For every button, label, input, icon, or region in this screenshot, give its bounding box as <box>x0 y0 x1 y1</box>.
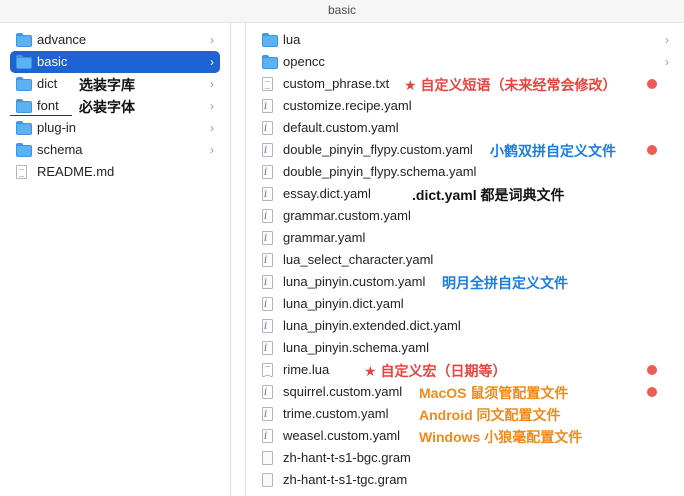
yaml-file-icon <box>262 140 273 162</box>
right-item-label: luna_pinyin.extended.dict.yaml <box>283 318 461 333</box>
chevron-right-icon: › <box>210 143 214 157</box>
right-item-luna-schema[interactable]: luna_pinyin.schema.yaml <box>246 337 684 360</box>
right-item-label: rime.lua <box>283 362 330 377</box>
yaml-file-icon <box>262 206 273 228</box>
left-item-advance[interactable]: advance › <box>10 29 220 51</box>
left-item-label: advance <box>37 32 87 47</box>
yaml-file-icon <box>262 316 273 338</box>
annotation-trime: Android 同文配置文件 <box>419 407 561 423</box>
window-title: basic <box>0 0 684 23</box>
right-item-label: double_pinyin_flypy.schema.yaml <box>283 164 477 179</box>
yaml-file-icon <box>262 272 273 294</box>
chevron-right-icon: › <box>210 55 214 69</box>
right-item-label: opencc <box>283 54 325 69</box>
folder-icon <box>16 143 32 157</box>
yaml-file-icon <box>262 404 273 426</box>
right-item-label: essay.dict.yaml <box>283 186 371 201</box>
chevron-right-icon: › <box>210 77 214 91</box>
right-item-label: custom_phrase.txt <box>283 76 390 91</box>
right-item-lua[interactable]: lua › <box>246 29 684 51</box>
yaml-file-icon <box>262 118 273 140</box>
yaml-file-icon <box>262 96 273 118</box>
red-tag-icon <box>647 365 657 375</box>
left-item-label: plug-in <box>37 120 77 135</box>
blank-file-icon <box>262 451 273 465</box>
right-item-label: default.custom.yaml <box>283 120 399 135</box>
markdown-file-icon <box>16 165 27 179</box>
annotation-font: 必装字体 <box>79 99 135 115</box>
right-item-label: squirrel.custom.yaml <box>283 384 403 399</box>
right-item-flypy-schema[interactable]: double_pinyin_flypy.schema.yaml <box>246 161 684 184</box>
divider-line <box>10 115 72 116</box>
yaml-file-icon <box>262 228 273 250</box>
yaml-file-icon <box>262 338 273 360</box>
left-item-readme[interactable]: README.md <box>10 161 220 183</box>
chevron-right-icon: › <box>665 33 669 47</box>
annotation-flypy: 小鹤双拼自定义文件 <box>490 143 616 159</box>
left-item-label: dict <box>37 76 58 91</box>
yaml-file-icon <box>262 426 273 448</box>
folder-icon <box>16 55 32 69</box>
annotation-dict: 选装字库 <box>79 77 135 93</box>
folder-icon <box>16 121 32 135</box>
right-item-grammar-custom[interactable]: grammar.custom.yaml <box>246 205 684 228</box>
right-item-label: zh-hant-t-s1-tgc.gram <box>283 472 408 487</box>
right-item-grammar[interactable]: grammar.yaml <box>246 227 684 250</box>
right-item-label: weasel.custom.yaml <box>283 428 401 443</box>
right-item-luna-extended-dict[interactable]: luna_pinyin.extended.dict.yaml <box>246 315 684 338</box>
folder-icon <box>262 33 278 47</box>
yaml-file-icon <box>262 250 273 272</box>
right-item-label: luna_pinyin.dict.yaml <box>283 296 404 311</box>
right-item-label: zh-hant-t-s1-bgc.gram <box>283 450 411 465</box>
folder-icon <box>16 77 32 91</box>
right-item-flypy-custom[interactable]: double_pinyin_flypy.custom.yaml <box>246 139 684 162</box>
annotation-dict-yaml: .dict.yaml 都是词典文件 <box>412 187 565 203</box>
right-item-label: customize.recipe.yaml <box>283 98 412 113</box>
yaml-file-icon <box>262 382 273 404</box>
yaml-file-icon <box>262 184 273 206</box>
right-item-label: grammar.yaml <box>283 230 366 245</box>
chevron-right-icon: › <box>210 99 214 113</box>
left-item-label: basic <box>37 54 68 69</box>
lua-file-icon <box>262 363 273 377</box>
annotation-rime-lua: ★ 自定义宏（日期等） <box>364 363 507 379</box>
right-item-tgc-gram[interactable]: zh-hant-t-s1-tgc.gram <box>246 469 684 491</box>
right-item-label: luna_pinyin.schema.yaml <box>283 340 429 355</box>
right-item-default-custom[interactable]: default.custom.yaml <box>246 117 684 140</box>
red-tag-icon <box>647 79 657 89</box>
right-item-label: luna_pinyin.custom.yaml <box>283 274 426 289</box>
left-item-label: font <box>37 98 59 113</box>
right-item-opencc[interactable]: opencc › <box>246 51 684 73</box>
right-item-label: lua_select_character.yaml <box>283 252 434 267</box>
left-item-plug-in[interactable]: plug-in › <box>10 117 220 139</box>
chevron-right-icon: › <box>665 55 669 69</box>
right-item-luna-dict[interactable]: luna_pinyin.dict.yaml <box>246 293 684 316</box>
blank-file-icon <box>262 473 273 487</box>
chevron-right-icon: › <box>210 33 214 47</box>
left-item-basic[interactable]: basic › <box>10 51 220 73</box>
annotation-custom-phrase: ★ 自定义短语（未来经常会修改） <box>404 77 617 93</box>
right-item-label: grammar.custom.yaml <box>283 208 411 223</box>
right-item-lua-select-character[interactable]: lua_select_character.yaml <box>246 249 684 272</box>
annotation-squirrel: MacOS 鼠须管配置文件 <box>419 385 569 401</box>
right-item-label: trime.custom.yaml <box>283 406 389 421</box>
chevron-right-icon: › <box>210 121 214 135</box>
right-item-label: lua <box>283 32 301 47</box>
folder-icon <box>16 33 32 47</box>
right-item-label: double_pinyin_flypy.custom.yaml <box>283 142 473 157</box>
right-item-bgc-gram[interactable]: zh-hant-t-s1-bgc.gram <box>246 447 684 469</box>
annotation-luna: 明月全拼自定义文件 <box>442 275 568 291</box>
folder-icon <box>262 55 278 69</box>
folder-icon <box>16 99 32 113</box>
yaml-file-icon <box>262 294 273 316</box>
red-tag-icon <box>647 145 657 155</box>
right-item-customize-recipe[interactable]: customize.recipe.yaml <box>246 95 684 118</box>
yaml-file-icon <box>262 162 273 184</box>
annotation-weasel: Windows 小狼毫配置文件 <box>419 429 583 445</box>
left-item-schema[interactable]: schema › <box>10 139 220 161</box>
red-tag-icon <box>647 387 657 397</box>
left-item-label: README.md <box>37 164 115 179</box>
left-item-label: schema <box>37 142 83 157</box>
text-file-icon <box>262 77 273 91</box>
